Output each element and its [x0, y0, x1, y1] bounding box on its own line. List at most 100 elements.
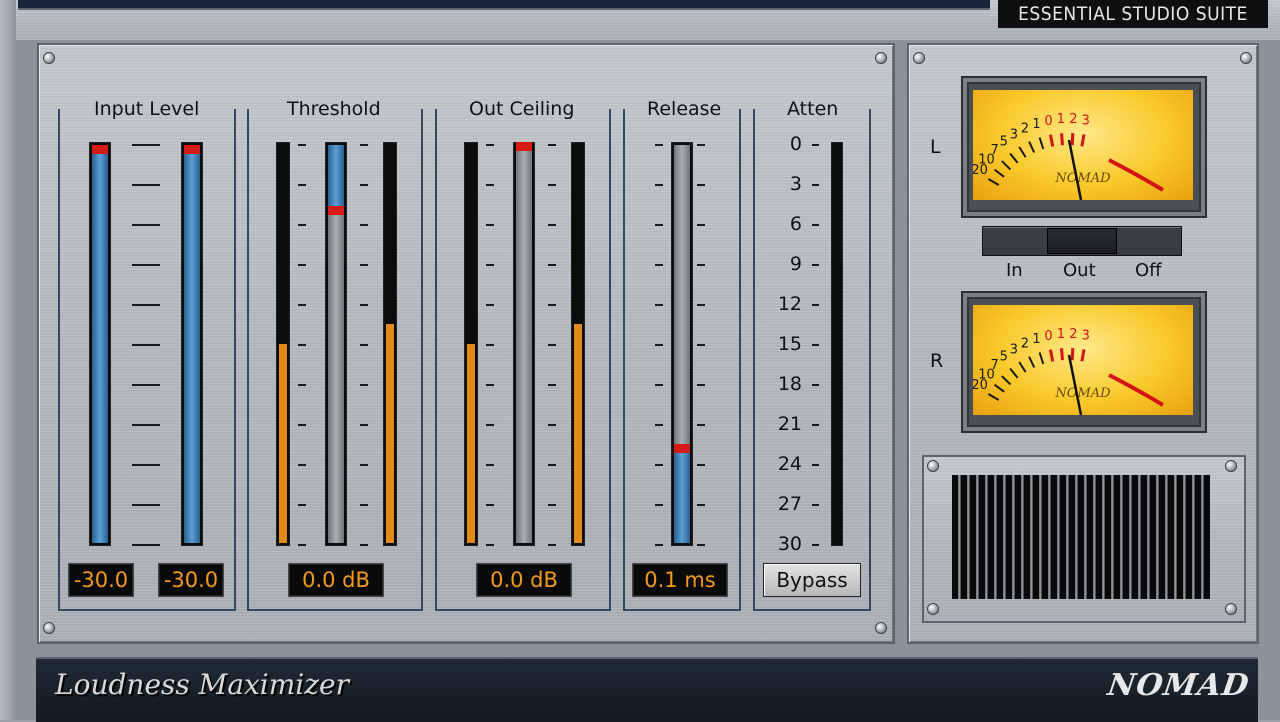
- tick-mark: [132, 544, 160, 546]
- screw-icon: [927, 460, 939, 472]
- window-edge: [0, 0, 16, 720]
- tick-mark: [360, 224, 368, 226]
- tick-mark: [548, 264, 556, 266]
- release-display[interactable]: 0.1 ms: [632, 563, 728, 597]
- vu-scale-tick: [993, 168, 1005, 178]
- release-slider-fill: [674, 447, 690, 543]
- vu-scale-tick: [1070, 133, 1075, 146]
- tick-mark: [548, 464, 556, 466]
- vu-scale-label: 1: [1057, 327, 1065, 342]
- release-slider[interactable]: [671, 142, 693, 546]
- atten-scale-label: 24: [777, 453, 802, 475]
- input-level-title: Input Level: [94, 98, 200, 120]
- threshold-slider-fill: [328, 209, 344, 543]
- tick-mark: [298, 344, 306, 346]
- tick-mark: [486, 504, 494, 506]
- tick-mark: [132, 424, 160, 426]
- tick-mark: [812, 264, 819, 266]
- vu-meter-right-dial: 201075 3 2 1 0 1 2 3NOMAD: [971, 327, 1165, 416]
- tick-mark: [655, 224, 663, 226]
- tick-mark: [548, 544, 556, 546]
- atten-scale-label: 30: [777, 533, 802, 555]
- threshold-title: Threshold: [287, 98, 381, 120]
- tick-mark: [812, 464, 819, 466]
- atten-scale-label: 18: [777, 373, 802, 395]
- vu-needle: [1067, 139, 1083, 201]
- threshold-meter-right: [383, 142, 397, 546]
- input-meter-right-fill: [184, 145, 200, 543]
- out-ceiling-display[interactable]: 0.0 dB: [476, 563, 572, 597]
- screw-icon: [1225, 460, 1237, 472]
- tick-mark: [486, 424, 494, 426]
- tick-mark: [298, 224, 306, 226]
- vu-scale-tick: [1001, 160, 1012, 171]
- out-ceiling-slider-handle[interactable]: [516, 142, 532, 151]
- tick-mark: [132, 384, 160, 386]
- tick-mark: [697, 344, 705, 346]
- atten-scale-label: 3: [789, 173, 802, 195]
- tick-mark: [132, 224, 160, 226]
- tick-mark: [697, 384, 705, 386]
- vu-scale-tick: [993, 383, 1005, 393]
- input-meter-right: [181, 142, 203, 546]
- out-ceiling-slider[interactable]: [513, 142, 535, 546]
- tick-mark: [812, 184, 819, 186]
- atten-scale-label: 12: [777, 293, 802, 315]
- screw-icon: [875, 52, 887, 64]
- vu-right-label: R: [930, 350, 944, 372]
- vu-scale-tick: [1018, 146, 1027, 158]
- tick-mark: [812, 224, 819, 226]
- tick-mark: [697, 184, 705, 186]
- tick-mark: [548, 344, 556, 346]
- tick-mark: [812, 504, 819, 506]
- tick-mark: [548, 424, 556, 426]
- tick-mark: [697, 464, 705, 466]
- input-right-display[interactable]: -30.0: [158, 563, 224, 597]
- vu-meter-left-face: 20 10 7 5 3 2 1 0 1 2 3 NOMAD: [971, 90, 1193, 201]
- tick-mark: [360, 544, 368, 546]
- vu-scale-label: 7: [990, 143, 998, 158]
- tick-mark: [132, 184, 160, 186]
- mode-switch-knob[interactable]: [1047, 228, 1117, 254]
- ceiling-meter-left-fill: [467, 344, 475, 543]
- vu-scale-label: 7: [990, 358, 998, 373]
- tick-mark: [655, 144, 663, 146]
- tick-mark: [697, 304, 705, 306]
- threshold-slider[interactable]: [325, 142, 347, 546]
- vu-scale-label: 1: [1057, 112, 1065, 127]
- tick-mark: [360, 344, 368, 346]
- screw-icon: [43, 52, 55, 64]
- vu-scale-tick: [1038, 137, 1045, 150]
- tick-mark: [360, 384, 368, 386]
- atten-scale-label: 15: [777, 333, 802, 355]
- tick-mark: [132, 264, 160, 266]
- out-ceiling-title: Out Ceiling: [469, 98, 575, 120]
- ceiling-ticks-left: [486, 144, 496, 546]
- tick-mark: [812, 304, 819, 306]
- vu-red-zone: [1108, 158, 1165, 192]
- tick-mark: [548, 224, 556, 226]
- vu-scale-tick: [1001, 375, 1012, 386]
- vu-scale-label: 3: [1010, 127, 1018, 142]
- release-slider-handle[interactable]: [674, 444, 690, 453]
- tick-mark: [132, 344, 160, 346]
- tick-mark: [298, 144, 306, 146]
- tick-mark: [298, 424, 306, 426]
- screw-icon: [913, 52, 925, 64]
- threshold-display[interactable]: 0.0 dB: [288, 563, 384, 597]
- vu-scale-tick: [1048, 134, 1055, 147]
- ceiling-meter-left: [464, 142, 478, 546]
- tick-mark: [298, 544, 306, 546]
- threshold-slider-handle[interactable]: [328, 206, 344, 215]
- out-ceiling-slider-fill: [516, 145, 532, 543]
- threshold-ticks-left: [298, 144, 308, 546]
- tick-mark: [486, 544, 494, 546]
- input-meter-left-peak: [92, 145, 108, 154]
- ceiling-meter-right-fill: [574, 324, 582, 543]
- vu-brand-logo: NOMAD: [1054, 171, 1111, 186]
- input-left-display[interactable]: -30.0: [68, 563, 134, 597]
- atten-scale-label: 0: [789, 133, 802, 155]
- tick-mark: [812, 424, 819, 426]
- bypass-button[interactable]: Bypass: [763, 563, 861, 597]
- tick-mark: [132, 464, 160, 466]
